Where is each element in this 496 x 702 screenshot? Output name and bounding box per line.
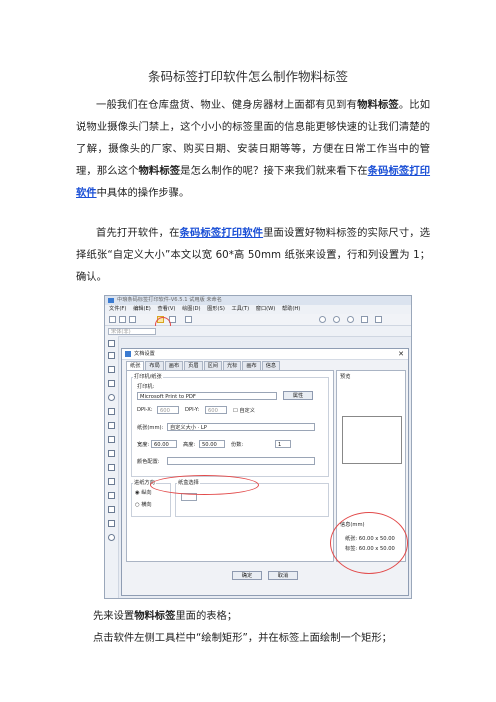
paragraph-step3: 点击软件左侧工具栏中“绘制矩形”，并在标签上面绘制一个矩形； — [93, 632, 392, 644]
color-select[interactable] — [167, 457, 315, 465]
table-tool-icon[interactable] — [108, 464, 115, 471]
step2-bold: 物料标签 — [134, 610, 176, 622]
rectangle-tool-icon[interactable] — [108, 380, 115, 387]
main-toolbar — [105, 314, 411, 326]
dialog-titlebar: 文档设置 ✕ — [122, 349, 408, 360]
dpi-x-field[interactable]: 600 — [157, 406, 179, 414]
printer-select[interactable]: Microsoft Print to PDF — [137, 392, 277, 400]
paragraph-step2: 先来设置物料标签里面的表格； — [93, 605, 433, 627]
size-highlight-oval — [150, 475, 259, 495]
count-field[interactable]: 1 — [275, 440, 291, 448]
width-field[interactable]: 60.00 — [151, 440, 177, 448]
open-icon[interactable] — [119, 316, 126, 323]
close-icon[interactable]: ✕ — [398, 349, 404, 359]
count-label: 份数: — [231, 442, 244, 448]
circle-tool-icon[interactable] — [108, 534, 115, 541]
paper-size-label: 纸张(mm): — [137, 425, 164, 431]
paragraph-step1: 首先打开软件，在条码标签打印软件里面设置好物料标签的实际尺寸，选择纸张“自定义大… — [76, 222, 430, 288]
dpi-x-label: DPI-X: — [137, 407, 153, 413]
zoom-out-icon[interactable] — [333, 316, 340, 323]
dpi-y-field[interactable]: 600 — [205, 406, 227, 414]
dialog-title: 文档设置 — [134, 351, 155, 357]
ok-button[interactable]: 确定 — [232, 571, 262, 580]
curve-tool-icon[interactable] — [108, 478, 115, 485]
color-label: 颜色配置: — [137, 459, 160, 465]
portrait-label: 纵向 — [141, 490, 152, 496]
zoom-fit-icon[interactable] — [347, 316, 354, 323]
properties-button[interactable]: 属性 — [283, 391, 313, 400]
preview-canvas — [342, 416, 402, 464]
database-icon[interactable] — [185, 316, 192, 323]
step1-text-a: 首先打开软件，在 — [96, 227, 180, 239]
font-select[interactable]: 宋体(非) — [108, 327, 156, 335]
menu-help[interactable]: 帮助(H) — [282, 306, 300, 312]
dialog-icon — [125, 351, 131, 357]
menu-edit[interactable]: 编辑(E) — [133, 306, 151, 312]
printer-group-label: 打印机/纸张 — [133, 373, 163, 380]
shape-tool-icon[interactable] — [108, 506, 115, 513]
intro-text-f: 中具体的操作步骤。 — [96, 187, 190, 199]
doc-title: 条码标签打印软件怎么制作物料标签 — [147, 69, 348, 84]
portrait-radio[interactable]: ◉ 纵向 — [135, 489, 152, 496]
paper-panel: 打印机/纸张 打印机: Microsoft Print to PDF 属性 DP… — [126, 370, 334, 562]
step2-text-c: 里面的表格； — [175, 610, 238, 622]
info-highlight-oval — [330, 512, 408, 574]
custom-checkbox-label: 自定义 — [239, 408, 255, 414]
intro-text-a: 一般我们在仓库盘货、物业、健身房器材上面都有见到有 — [96, 99, 358, 111]
dialog-tabs: 纸张 布局 画布 页眉 区间 光标 画布 信息 — [126, 361, 281, 371]
window-title: 中琅条码标签打印软件-V6.5.1 试用版 未命名 — [117, 297, 222, 303]
app-icon — [108, 298, 114, 303]
intro-text-e: 是怎么制作的呢？接下来我们就来看下在 — [180, 165, 368, 177]
zoom-in-icon[interactable] — [319, 316, 326, 323]
menu-draw[interactable]: 绘图(D) — [182, 306, 200, 312]
qrcode-tool-icon[interactable] — [108, 422, 115, 429]
height-field[interactable]: 50.00 — [199, 440, 225, 448]
software-screenshot: 中琅条码标签打印软件-V6.5.1 试用版 未命名 文件(F) 编辑(E) 查看… — [104, 295, 412, 599]
intro-bold-b: 物料标签 — [138, 165, 181, 177]
save-icon[interactable] — [129, 316, 136, 323]
dpi-y-label: DPI-Y: — [185, 407, 200, 413]
paragraph-intro: 一般我们在仓库盘货、物业、健身房器材上面都有见到有物料标签。比如说物业摄像头门禁… — [76, 94, 430, 204]
barcode-tool-icon[interactable] — [108, 408, 115, 415]
grid-icon[interactable] — [375, 316, 382, 323]
zoom-full-icon[interactable] — [361, 316, 368, 323]
new-icon[interactable] — [109, 316, 116, 323]
line-tool-icon[interactable] — [108, 366, 115, 373]
step2-text-a: 先来设置 — [93, 610, 135, 622]
triangle-tool-icon[interactable] — [108, 520, 115, 527]
menu-window[interactable]: 窗口(W) — [256, 306, 276, 312]
window-titlebar: 中琅条码标签打印软件-V6.5.1 试用版 未命名 — [105, 296, 411, 305]
text-tool-icon[interactable] — [108, 352, 115, 359]
landscape-radio[interactable]: ○ 横向 — [135, 501, 152, 508]
ellipse-tool-icon[interactable] — [108, 394, 115, 401]
text-a-icon[interactable] — [108, 436, 115, 443]
preview-label: 预览 — [340, 374, 351, 380]
menu-view[interactable]: 查看(V) — [157, 306, 175, 312]
pointer-icon[interactable] — [108, 340, 115, 347]
format-toolbar: 宋体(非) — [105, 326, 411, 337]
left-toolbar — [105, 336, 119, 598]
intro-bold-a: 物料标签 — [357, 99, 399, 111]
custom-checkbox[interactable]: ☐ 自定义 — [233, 407, 255, 414]
image-tool-icon[interactable] — [108, 450, 115, 457]
menu-file[interactable]: 文件(F) — [109, 306, 126, 312]
height-label: 高度: — [183, 442, 196, 448]
menu-bar: 文件(F) 编辑(E) 查看(V) 绘图(D) 图形(S) 工具(T) 窗口(W… — [105, 305, 411, 314]
document-settings-dialog: 文档设置 ✕ 纸张 布局 画布 页眉 区间 光标 画布 信息 打印机/纸张 打印… — [121, 348, 409, 596]
landscape-label: 横向 — [141, 502, 152, 508]
polygon-tool-icon[interactable] — [108, 492, 115, 499]
paper-size-select[interactable]: 自定义大小 · LP — [167, 423, 315, 431]
printer-label: 打印机: — [137, 384, 155, 390]
width-label: 宽度: — [137, 442, 150, 448]
step1-link[interactable]: 条码标签打印软件 — [180, 227, 264, 239]
cancel-button[interactable]: 取消 — [268, 571, 298, 580]
menu-shape[interactable]: 图形(S) — [207, 306, 225, 312]
menu-tools[interactable]: 工具(T) — [232, 306, 250, 312]
